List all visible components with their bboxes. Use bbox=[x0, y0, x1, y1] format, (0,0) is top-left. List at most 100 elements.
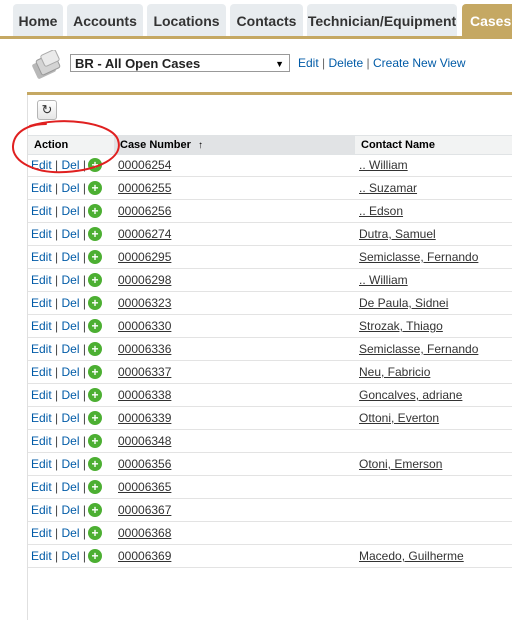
case-number-link[interactable]: 00006323 bbox=[118, 292, 171, 314]
tab-home[interactable]: Home bbox=[13, 4, 63, 36]
column-header-contact-name[interactable]: Contact Name bbox=[354, 136, 512, 154]
add-plus-icon[interactable]: + bbox=[87, 525, 102, 540]
row-edit-link[interactable]: Edit bbox=[31, 457, 52, 471]
contact-name-link[interactable]: .. William bbox=[359, 154, 408, 176]
add-plus-icon[interactable]: + bbox=[87, 318, 102, 333]
case-number-link[interactable]: 00006298 bbox=[118, 269, 171, 291]
row-delete-link[interactable]: Del bbox=[62, 549, 80, 563]
add-plus-icon[interactable]: + bbox=[87, 295, 102, 310]
row-delete-link[interactable]: Del bbox=[62, 457, 80, 471]
row-edit-link[interactable]: Edit bbox=[31, 434, 52, 448]
contact-name-link[interactable]: Strozak, Thiago bbox=[359, 315, 443, 337]
add-plus-icon[interactable]: + bbox=[87, 272, 102, 287]
case-number-link[interactable]: 00006369 bbox=[118, 545, 171, 567]
contact-name-link[interactable]: Semiclasse, Fernando bbox=[359, 246, 478, 268]
row-delete-link[interactable]: Del bbox=[62, 319, 80, 333]
case-number-link[interactable]: 00006295 bbox=[118, 246, 171, 268]
add-plus-icon[interactable]: + bbox=[87, 157, 102, 172]
row-edit-link[interactable]: Edit bbox=[31, 227, 52, 241]
row-delete-link[interactable]: Del bbox=[62, 503, 80, 517]
table-row: Edit | Del | +00006256.. Edson bbox=[28, 200, 512, 223]
row-delete-link[interactable]: Del bbox=[62, 296, 80, 310]
tab-accounts[interactable]: Accounts bbox=[67, 4, 143, 36]
add-plus-icon[interactable]: + bbox=[87, 410, 102, 425]
add-plus-icon[interactable]: + bbox=[87, 180, 102, 195]
add-plus-icon[interactable]: + bbox=[87, 502, 102, 517]
row-edit-link[interactable]: Edit bbox=[31, 365, 52, 379]
row-delete-link[interactable]: Del bbox=[62, 480, 80, 494]
row-delete-link[interactable]: Del bbox=[62, 342, 80, 356]
row-delete-link[interactable]: Del bbox=[62, 411, 80, 425]
add-plus-icon[interactable]: + bbox=[87, 456, 102, 471]
case-number-link[interactable]: 00006256 bbox=[118, 200, 171, 222]
add-plus-icon[interactable]: + bbox=[87, 479, 102, 494]
case-number-link[interactable]: 00006337 bbox=[118, 361, 171, 383]
case-number-link[interactable]: 00006365 bbox=[118, 476, 171, 498]
row-edit-link[interactable]: Edit bbox=[31, 526, 52, 540]
contact-name-link[interactable]: .. William bbox=[359, 269, 408, 291]
case-number-link[interactable]: 00006274 bbox=[118, 223, 171, 245]
add-plus-icon[interactable]: + bbox=[87, 203, 102, 218]
row-edit-link[interactable]: Edit bbox=[31, 204, 52, 218]
row-delete-link[interactable]: Del bbox=[62, 388, 80, 402]
refresh-button[interactable]: ↻ bbox=[37, 100, 57, 120]
row-delete-link[interactable]: Del bbox=[62, 204, 80, 218]
contact-name-link[interactable]: Neu, Fabricio bbox=[359, 361, 430, 383]
case-number-link[interactable]: 00006348 bbox=[118, 430, 171, 452]
delete-view-link[interactable]: Delete bbox=[329, 56, 364, 70]
row-delete-link[interactable]: Del bbox=[62, 434, 80, 448]
add-plus-icon[interactable]: + bbox=[87, 341, 102, 356]
row-edit-link[interactable]: Edit bbox=[31, 503, 52, 517]
edit-view-link[interactable]: Edit bbox=[298, 56, 319, 70]
contact-name-link[interactable]: Macedo, Guilherme bbox=[359, 545, 464, 567]
tab-cases[interactable]: Cases bbox=[462, 4, 512, 36]
row-delete-link[interactable]: Del bbox=[62, 526, 80, 540]
row-edit-link[interactable]: Edit bbox=[31, 181, 52, 195]
view-select[interactable]: BR - All Open Cases ▼ bbox=[70, 54, 290, 72]
row-edit-link[interactable]: Edit bbox=[31, 250, 52, 264]
add-plus-icon[interactable]: + bbox=[87, 433, 102, 448]
contact-name-link[interactable]: Semiclasse, Fernando bbox=[359, 338, 478, 360]
contact-name-link[interactable]: .. Suzamar bbox=[359, 177, 417, 199]
row-delete-link[interactable]: Del bbox=[62, 250, 80, 264]
row-delete-link[interactable]: Del bbox=[62, 365, 80, 379]
contact-name-link[interactable]: De Paula, Sidnei bbox=[359, 292, 448, 314]
row-edit-link[interactable]: Edit bbox=[31, 411, 52, 425]
case-number-link[interactable]: 00006330 bbox=[118, 315, 171, 337]
contact-name-link[interactable]: Otoni, Emerson bbox=[359, 453, 442, 475]
tab-contacts[interactable]: Contacts bbox=[230, 4, 303, 36]
row-edit-link[interactable]: Edit bbox=[31, 480, 52, 494]
row-edit-link[interactable]: Edit bbox=[31, 388, 52, 402]
contact-name-link[interactable]: Dutra, Samuel bbox=[359, 223, 436, 245]
row-edit-link[interactable]: Edit bbox=[31, 273, 52, 287]
add-plus-icon[interactable]: + bbox=[87, 249, 102, 264]
case-number-link[interactable]: 00006367 bbox=[118, 499, 171, 521]
contact-name-link[interactable]: Goncalves, adriane bbox=[359, 384, 462, 406]
row-edit-link[interactable]: Edit bbox=[31, 319, 52, 333]
case-number-link[interactable]: 00006336 bbox=[118, 338, 171, 360]
case-number-link[interactable]: 00006368 bbox=[118, 522, 171, 544]
row-delete-link[interactable]: Del bbox=[62, 273, 80, 287]
case-number-link[interactable]: 00006255 bbox=[118, 177, 171, 199]
add-plus-icon[interactable]: + bbox=[87, 226, 102, 241]
column-header-case-number[interactable]: Case Number ↑ bbox=[114, 136, 354, 154]
case-number-link[interactable]: 00006338 bbox=[118, 384, 171, 406]
row-delete-link[interactable]: Del bbox=[62, 181, 80, 195]
row-delete-link[interactable]: Del bbox=[62, 158, 80, 172]
case-number-link[interactable]: 00006339 bbox=[118, 407, 171, 429]
case-number-link[interactable]: 00006254 bbox=[118, 154, 171, 176]
create-new-view-link[interactable]: Create New View bbox=[373, 56, 465, 70]
row-edit-link[interactable]: Edit bbox=[31, 158, 52, 172]
row-delete-link[interactable]: Del bbox=[62, 227, 80, 241]
row-edit-link[interactable]: Edit bbox=[31, 342, 52, 356]
add-plus-icon[interactable]: + bbox=[87, 387, 102, 402]
add-plus-icon[interactable]: + bbox=[87, 364, 102, 379]
tab-locations[interactable]: Locations bbox=[147, 4, 226, 36]
row-edit-link[interactable]: Edit bbox=[31, 296, 52, 310]
contact-name-link[interactable]: .. Edson bbox=[359, 200, 403, 222]
contact-name-link[interactable]: Ottoni, Everton bbox=[359, 407, 439, 429]
tab-technician-equipment[interactable]: Technician/Equipment bbox=[307, 4, 457, 36]
add-plus-icon[interactable]: + bbox=[87, 548, 102, 563]
case-number-link[interactable]: 00006356 bbox=[118, 453, 171, 475]
row-edit-link[interactable]: Edit bbox=[31, 549, 52, 563]
